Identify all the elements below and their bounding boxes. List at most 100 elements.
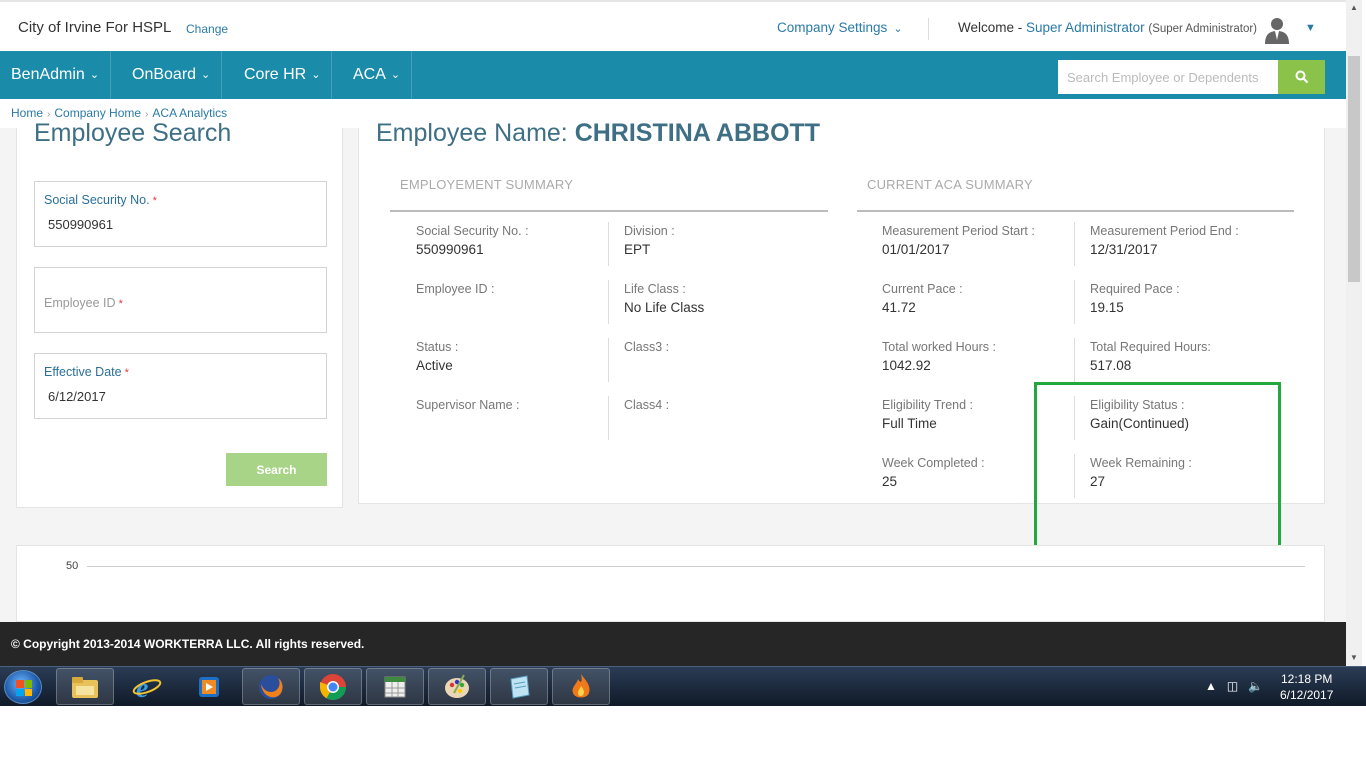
- chevron-down-icon: ⌄: [89, 69, 100, 81]
- top-header: City of Irvine For HSPL Change Company S…: [0, 0, 1346, 51]
- user-avatar-icon[interactable]: [1262, 15, 1292, 45]
- field-value: EPT: [624, 242, 651, 257]
- effective-date-field[interactable]: Effective Date * 6/12/2017: [34, 353, 327, 419]
- system-clock[interactable]: 12:18 PM 6/12/2017: [1280, 671, 1333, 703]
- field-key: Class3 :: [624, 340, 670, 354]
- company-name: City of Irvine For HSPL: [18, 19, 172, 36]
- system-tray: ▲ ◫ 🔈: [1205, 679, 1263, 693]
- search-icon: [1295, 70, 1308, 84]
- change-company-link[interactable]: Change: [186, 22, 228, 36]
- field-key: Supervisor Name :: [416, 398, 520, 412]
- chevron-down-icon: ⌄: [390, 69, 401, 81]
- y-tick-label: 50: [66, 560, 79, 572]
- welcome-prefix: Welcome -: [958, 20, 1023, 35]
- breadcrumb-aca-analytics[interactable]: ACA Analytics: [152, 106, 227, 120]
- field-value: 41.72: [882, 300, 916, 315]
- user-menu-caret-icon[interactable]: ▼: [1305, 22, 1316, 34]
- employee-id-label-text: Employee ID: [44, 296, 116, 310]
- panel-title: Employee Search: [34, 119, 232, 147]
- field-key: Status :: [416, 340, 459, 354]
- header-divider: [928, 18, 929, 40]
- employee-id-field[interactable]: Employee ID *: [34, 267, 327, 333]
- employee-search-panel: Employee Search Social Security No. * 550…: [16, 119, 343, 508]
- field-key: Class4 :: [624, 398, 670, 412]
- media-player-icon[interactable]: [180, 668, 238, 705]
- scroll-thumb[interactable]: [1348, 56, 1360, 282]
- windows-logo-icon: [16, 680, 32, 696]
- chevron-down-icon: ⌄: [893, 23, 903, 35]
- highlight-annotation-box: [1034, 382, 1281, 562]
- summary-field: Division : EPT: [624, 224, 824, 257]
- aca-field: Total Required Hours: 517.08: [1090, 340, 1290, 373]
- file-explorer-icon[interactable]: [56, 668, 114, 705]
- field-key: Current Pace :: [882, 282, 963, 296]
- employment-summary-divider: [390, 210, 828, 212]
- field-key: Social Security No. :: [416, 224, 529, 238]
- nav-onboard[interactable]: OnBoard ⌄: [121, 51, 223, 99]
- nav-label: BenAdmin: [11, 66, 85, 83]
- summary-field: Status : Active: [416, 340, 616, 373]
- column-divider: [608, 280, 609, 324]
- summary-field: Social Security No. : 550990961: [416, 224, 616, 257]
- employee-search-input[interactable]: [1058, 60, 1278, 94]
- aca-field: Current Pace : 41.72: [882, 282, 1082, 315]
- summary-field: Class3 :: [624, 340, 824, 358]
- field-value: 550990961: [416, 242, 484, 257]
- chart-gridline: [87, 566, 1305, 567]
- nav-label: OnBoard: [132, 66, 197, 83]
- chart-card: 50: [16, 545, 1325, 622]
- effective-date-value[interactable]: 6/12/2017: [48, 389, 106, 404]
- employee-search-button[interactable]: Search: [226, 453, 327, 486]
- breadcrumb-company-home[interactable]: Company Home: [54, 106, 141, 120]
- app-flame-icon[interactable]: [552, 668, 610, 705]
- aca-summary-heading: CURRENT ACA SUMMARY: [867, 177, 1033, 192]
- nav-benadmin[interactable]: BenAdmin ⌄: [0, 51, 112, 99]
- spreadsheet-icon[interactable]: [366, 668, 424, 705]
- nav-aca[interactable]: ACA ⌄: [342, 51, 413, 99]
- field-value: Active: [416, 358, 453, 373]
- chrome-icon[interactable]: [304, 668, 362, 705]
- start-button[interactable]: [4, 670, 42, 704]
- effective-date-label-text: Effective Date: [44, 365, 122, 379]
- required-mark: *: [124, 367, 129, 379]
- chevron-down-icon: ⌄: [311, 69, 321, 81]
- notepad-icon[interactable]: [490, 668, 548, 705]
- field-key: Employee ID :: [416, 282, 495, 296]
- firefox-icon[interactable]: [242, 668, 300, 705]
- company-settings-menu[interactable]: Company Settings ⌄: [777, 20, 903, 35]
- aca-summary-divider: [857, 210, 1294, 212]
- company-settings-label: Company Settings: [777, 20, 888, 35]
- user-name[interactable]: Super Administrator: [1026, 20, 1145, 35]
- summary-field: Supervisor Name :: [416, 398, 616, 416]
- show-hidden-icons-icon[interactable]: ▲: [1205, 679, 1217, 693]
- nav-label: ACA: [353, 66, 386, 83]
- ssn-value[interactable]: 550990961: [48, 217, 113, 232]
- network-icon[interactable]: ◫: [1227, 679, 1238, 693]
- summary-field: Class4 :: [624, 398, 824, 416]
- field-key: Division :: [624, 224, 675, 238]
- employee-id-label: Employee ID *: [44, 296, 123, 310]
- user-role: (Super Administrator): [1148, 23, 1258, 35]
- internet-explorer-icon[interactable]: e: [118, 668, 176, 705]
- clock-time: 12:18 PM: [1281, 672, 1333, 686]
- scroll-up-arrow-icon[interactable]: ▲: [1346, 0, 1362, 16]
- aca-field: Required Pace : 19.15: [1090, 282, 1290, 315]
- vertical-scrollbar[interactable]: ▲ ▼: [1346, 0, 1362, 666]
- column-divider: [608, 396, 609, 440]
- employee-name: CHRISTINA ABBOTT: [574, 119, 821, 147]
- breadcrumb-home[interactable]: Home: [11, 106, 43, 120]
- column-divider: [1074, 222, 1075, 266]
- field-key: Total worked Hours :: [882, 340, 996, 354]
- search-button[interactable]: [1278, 60, 1325, 94]
- field-key: Measurement Period Start :: [882, 224, 1035, 238]
- volume-icon[interactable]: 🔈: [1248, 679, 1263, 693]
- nav-core-hr[interactable]: Core HR ⌄: [233, 51, 333, 99]
- scroll-down-arrow-icon[interactable]: ▼: [1346, 650, 1362, 666]
- ssn-label: Social Security No. *: [44, 193, 157, 207]
- ssn-field[interactable]: Social Security No. * 550990961: [34, 181, 327, 247]
- required-mark: *: [152, 195, 157, 207]
- paint-icon[interactable]: [428, 668, 486, 705]
- footer: © Copyright 2013-2014 WORKTERRA LLC. All…: [0, 622, 1346, 666]
- aca-field: Total worked Hours : 1042.92: [882, 340, 1082, 373]
- ssn-label-text: Social Security No.: [44, 193, 150, 207]
